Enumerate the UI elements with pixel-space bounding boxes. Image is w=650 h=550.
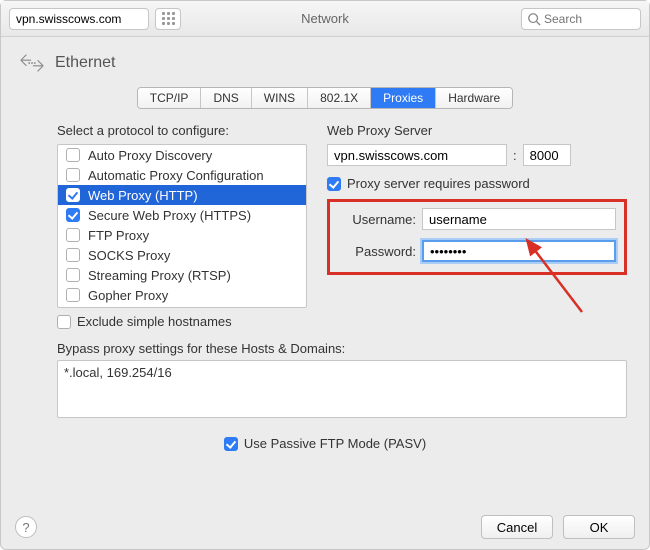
protocol-checkbox[interactable]	[66, 208, 80, 222]
preferences-window: Network Ethernet TCP/IPDNSWINS802.1XProx…	[0, 0, 650, 550]
bypass-label: Bypass proxy settings for these Hosts & …	[57, 341, 627, 356]
url-field[interactable]	[9, 8, 149, 30]
username-row: Username:	[338, 208, 616, 230]
server-label: Web Proxy Server	[327, 123, 627, 138]
protocol-label: Secure Web Proxy (HTTPS)	[88, 208, 251, 223]
bypass-section: Bypass proxy settings for these Hosts & …	[17, 329, 633, 418]
proxies-pane: Select a protocol to configure: Auto Pro…	[17, 123, 633, 329]
protocol-checkbox[interactable]	[66, 188, 80, 202]
protocol-checkbox[interactable]	[66, 248, 80, 262]
protocol-item[interactable]: SOCKS Proxy	[58, 245, 306, 265]
protocol-item[interactable]: Secure Web Proxy (HTTPS)	[58, 205, 306, 225]
protocol-checkbox[interactable]	[66, 268, 80, 282]
protocol-label: Automatic Proxy Configuration	[88, 168, 264, 183]
protocol-item[interactable]: FTP Proxy	[58, 225, 306, 245]
titlebar: Network	[1, 1, 649, 37]
protocol-item[interactable]: Automatic Proxy Configuration	[58, 165, 306, 185]
tab-wins[interactable]: WINS	[252, 88, 308, 108]
select-protocol-label: Select a protocol to configure:	[57, 123, 307, 138]
tab-proxies[interactable]: Proxies	[371, 88, 436, 108]
tab-8021x[interactable]: 802.1X	[308, 88, 371, 108]
apps-button[interactable]	[155, 8, 181, 30]
left-column: Select a protocol to configure: Auto Pro…	[57, 123, 307, 329]
protocol-checkbox[interactable]	[66, 228, 80, 242]
server-row: :	[327, 144, 627, 166]
password-row: Password:	[338, 240, 616, 262]
footer: ? Cancel OK	[1, 509, 649, 549]
help-button[interactable]: ?	[15, 516, 37, 538]
protocol-checkbox[interactable]	[66, 148, 80, 162]
username-label: Username:	[338, 212, 416, 227]
requires-password-row: Proxy server requires password	[327, 176, 627, 191]
pasv-row: Use Passive FTP Mode (PASV)	[17, 436, 633, 451]
server-port-input[interactable]	[523, 144, 571, 166]
requires-password-checkbox[interactable]	[327, 177, 341, 191]
exclude-row: Exclude simple hostnames	[57, 314, 307, 329]
protocol-label: Web Proxy (HTTP)	[88, 188, 198, 203]
pane-body: Ethernet TCP/IPDNSWINS802.1XProxiesHardw…	[1, 37, 649, 509]
bypass-textarea[interactable]: *.local, 169.254/16	[57, 360, 627, 418]
protocol-list[interactable]: Auto Proxy Discovery Automatic Proxy Conf…	[57, 144, 307, 308]
pasv-label: Use Passive FTP Mode (PASV)	[244, 436, 426, 451]
protocol-checkbox[interactable]	[66, 168, 80, 182]
exclude-checkbox[interactable]	[57, 315, 71, 329]
tab-dns[interactable]: DNS	[201, 88, 251, 108]
protocol-label: FTP Proxy	[88, 228, 149, 243]
protocol-checkbox[interactable]	[66, 288, 80, 302]
ok-button[interactable]: OK	[563, 515, 635, 539]
protocol-item[interactable]: Streaming Proxy (RTSP)	[58, 265, 306, 285]
protocol-item[interactable]: Web Proxy (HTTP)	[58, 185, 306, 205]
protocol-label: Streaming Proxy (RTSP)	[88, 268, 231, 283]
password-label: Password:	[338, 244, 416, 259]
protocol-item[interactable]: Auto Proxy Discovery	[58, 145, 306, 165]
protocol-label: Auto Proxy Discovery	[88, 148, 212, 163]
tab-segmented-control: TCP/IPDNSWINS802.1XProxiesHardware	[137, 87, 513, 109]
right-column: Web Proxy Server : Proxy server requires…	[327, 123, 627, 329]
protocol-label: Gopher Proxy	[88, 288, 168, 303]
service-header: Ethernet	[17, 47, 633, 85]
requires-password-label: Proxy server requires password	[347, 176, 530, 191]
tab-tcpip[interactable]: TCP/IP	[138, 88, 202, 108]
search-input[interactable]	[521, 8, 641, 30]
protocol-label: SOCKS Proxy	[88, 248, 170, 263]
protocol-item[interactable]: Gopher Proxy	[58, 285, 306, 305]
exclude-label: Exclude simple hostnames	[77, 314, 232, 329]
server-host-input[interactable]	[327, 144, 507, 166]
cancel-button[interactable]: Cancel	[481, 515, 553, 539]
url-box	[9, 8, 149, 30]
tabs: TCP/IPDNSWINS802.1XProxiesHardware	[17, 87, 633, 109]
credentials-highlight: Username: Password:	[327, 199, 627, 275]
tab-hardware[interactable]: Hardware	[436, 88, 512, 108]
pasv-checkbox[interactable]	[224, 437, 238, 451]
grid-icon	[162, 12, 175, 25]
service-name: Ethernet	[55, 54, 115, 72]
ethernet-icon	[19, 53, 45, 73]
password-input[interactable]	[422, 240, 616, 262]
username-input[interactable]	[422, 208, 616, 230]
search-wrap	[521, 8, 641, 30]
server-separator: :	[513, 148, 517, 163]
